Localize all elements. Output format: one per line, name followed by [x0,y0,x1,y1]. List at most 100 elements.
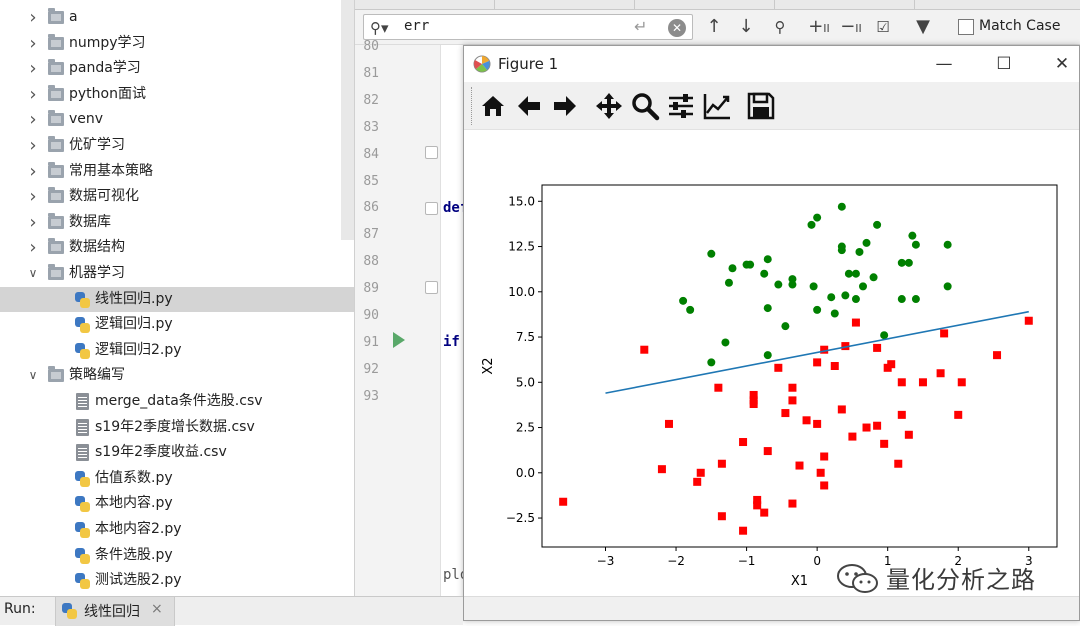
data-point-square [851,318,860,327]
arrow-up-icon[interactable]: ↑ [703,16,725,38]
chevron-down-icon[interactable]: ∨ [26,363,40,388]
chevron-right-icon[interactable]: › [26,133,40,158]
chevron-down-icon[interactable]: ∨ [26,261,40,286]
forward-icon[interactable] [550,91,580,121]
arrow-down-icon[interactable]: ↓ [735,16,757,38]
tree-folder[interactable]: › 数据可视化 [0,184,354,209]
search-input[interactable]: err [404,18,429,34]
tree-folder[interactable]: › 常用基本策略 [0,159,354,184]
subplots-icon[interactable] [666,91,696,121]
tree-file[interactable]: 条件选股.py [0,543,354,568]
search-box[interactable]: ⚲▾ err ↵ ✕ [363,14,693,40]
chevron-right-icon[interactable]: › [26,5,40,30]
chevron-right-icon[interactable]: › [26,184,40,209]
data-point-square [813,419,822,428]
y-axis-label: X2 [481,357,496,374]
match-case-checkbox[interactable] [958,19,974,35]
tree-file[interactable]: s19年2季度增长数据.csv [0,415,354,440]
tree-file[interactable]: 本地内容2.py [0,517,354,542]
tree-folder[interactable]: ∨ 机器学习 [0,261,354,286]
tree-folder[interactable]: › panda学习 [0,56,354,81]
figure-canvas[interactable]: −3 −2 −1 0 1 2 3 −2.5 0.0 2.5 5.0 7.5 10.0 12.5 15.0 X1… [464,130,1079,596]
tree-file[interactable]: 线性回归.py [0,286,354,312]
zoom-icon[interactable] [630,91,660,121]
add-occurrence-icon[interactable]: +II [807,16,831,38]
chevron-right-icon[interactable]: › [26,159,40,184]
remove-occurrence-icon[interactable]: −II [839,16,863,38]
tree-file[interactable]: 估值系数.py [0,466,354,491]
select-all-occurrences-icon[interactable]: ☑ [871,16,895,38]
line-number-gutter: 80 81 82 83 84 85 86 87 88 89 90 91 92 93 [355,39,441,596]
chevron-right-icon[interactable]: › [26,235,40,260]
close-icon[interactable]: ✕ [1050,53,1074,75]
text-file-icon [76,418,89,436]
project-tree-scrollbar[interactable] [341,0,354,240]
x-tick-label: −3 [597,554,615,568]
tree-file[interactable]: 逻辑回归2.py [0,338,354,363]
tree-folder[interactable]: › a [0,5,354,30]
fold-marker-icon[interactable] [425,146,438,159]
pan-icon[interactable] [594,91,624,121]
python-file-icon [75,522,90,538]
close-icon[interactable]: × [151,601,163,617]
line-number: 83 [363,119,379,135]
run-tab[interactable]: 线性回归 × [55,597,175,626]
chevron-right-icon[interactable]: › [26,210,40,235]
editor-tab[interactable] [775,0,915,9]
tree-file[interactable]: s19年2季度收益.csv [0,440,354,465]
editor-tab[interactable] [355,0,495,9]
editor-tab[interactable] [635,0,775,9]
data-point-circle [774,280,783,289]
data-point-circle [724,278,733,287]
find-all-icon[interactable]: ⚲ [767,16,793,38]
edit-axis-icon[interactable] [702,91,732,121]
line-number: 88 [363,254,379,270]
tree-folder[interactable]: › python面试 [0,82,354,107]
data-point-circle [813,305,822,314]
tree-folder[interactable]: › 数据结构 [0,235,354,260]
chevron-right-icon[interactable]: › [26,56,40,81]
line-number: 81 [363,65,379,81]
chevron-right-icon[interactable]: › [26,107,40,132]
minimize-icon[interactable]: — [932,53,956,75]
data-point-circle [837,202,846,211]
data-point-circle [763,304,772,313]
y-tick-label: 7.5 [516,330,535,344]
tree-folder[interactable]: › 优矿学习 [0,133,354,158]
match-case-label[interactable]: Match Case [979,18,1060,34]
search-icon[interactable]: ⚲▾ [370,19,389,37]
chevron-right-icon[interactable]: › [26,31,40,56]
line-number: 85 [363,173,379,189]
data-point-circle [763,351,772,360]
data-point-circle [851,269,860,278]
fold-marker-icon[interactable] [425,202,438,215]
tree-folder[interactable]: › numpy学习 [0,31,354,56]
home-icon[interactable] [478,91,508,121]
data-point-square [714,383,723,392]
figure-titlebar[interactable]: Figure 1 — ☐ ✕ [464,46,1079,82]
tree-folder[interactable]: › 数据库 [0,210,354,235]
folder-icon [48,33,64,50]
maximize-icon[interactable]: ☐ [992,53,1016,75]
tree-folder[interactable]: › venv [0,107,354,132]
line-number: 84 [363,146,379,162]
save-icon[interactable] [746,91,776,121]
fold-marker-icon[interactable] [425,281,438,294]
folder-icon [48,264,64,280]
data-point-square [640,345,649,354]
scatter-plot[interactable]: −3 −2 −1 0 1 2 3−2.50.02.55.07.510.012.515.0X1… [464,130,1079,596]
tree-file[interactable]: 测试选股2.py [0,568,354,593]
back-icon[interactable] [514,91,544,121]
tree-file[interactable]: 本地内容.py [0,491,354,516]
editor-tab[interactable] [495,0,635,9]
clear-icon[interactable]: ✕ [668,19,686,37]
run-gutter-icon[interactable] [393,332,405,348]
line-number: 80 [363,39,379,54]
data-point-circle [897,258,906,267]
filter-icon[interactable]: ▼ [911,16,935,38]
chevron-right-icon[interactable]: › [26,82,40,107]
data-point-circle [788,280,797,289]
tree-file[interactable]: 逻辑回归.py [0,312,354,337]
tree-folder[interactable]: ∨ 策略编写 [0,363,354,388]
tree-file[interactable]: merge_data条件选股.csv [0,389,354,414]
